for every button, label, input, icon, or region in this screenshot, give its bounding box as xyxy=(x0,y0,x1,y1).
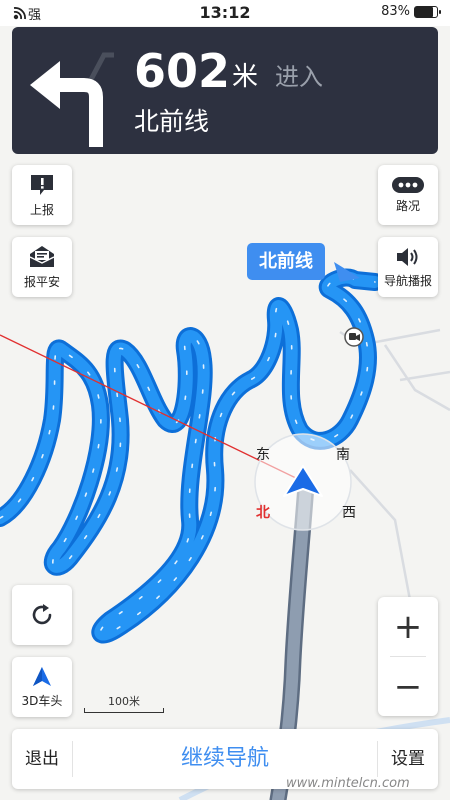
report-label: 上报 xyxy=(29,202,54,217)
report-button[interactable]: 上报 xyxy=(12,165,72,225)
battery-fill xyxy=(415,6,434,17)
battery-indicator: 83% xyxy=(381,4,441,19)
status-bar: 强 13:12 83% xyxy=(0,0,450,26)
guidance-distance: 602 xyxy=(134,44,231,98)
compass-west: 西 xyxy=(342,505,356,521)
battery-icon xyxy=(414,5,441,18)
view-mode-label: 3D车头 xyxy=(21,693,63,708)
zoom-out-button[interactable]: − xyxy=(378,657,438,716)
refresh-icon xyxy=(32,604,52,625)
compass-arrow-icon xyxy=(33,666,51,686)
voice-broadcast-button[interactable]: 导航播报 xyxy=(378,237,438,297)
safe-report-label: 报平安 xyxy=(23,274,60,289)
compass-north: 北 xyxy=(256,505,270,521)
map-scale: 100米 xyxy=(84,694,164,714)
scale-bar xyxy=(84,708,164,713)
compass-south: 南 xyxy=(336,447,350,463)
report-exclamation-icon xyxy=(31,174,53,195)
scale-label: 100米 xyxy=(108,695,140,708)
map-road-label: 北前线 xyxy=(247,243,325,280)
camera-icon xyxy=(344,327,364,347)
battery-text: 83% xyxy=(381,4,410,19)
zoom-in-button[interactable]: + xyxy=(378,597,438,656)
turn-left-arrow-icon xyxy=(30,52,114,147)
guidance-road-name: 北前线 xyxy=(134,107,210,136)
guidance-action: 进入 xyxy=(275,63,323,91)
traffic-label: 路况 xyxy=(395,198,420,213)
watermark: www.mintelcn.com xyxy=(286,776,410,791)
guidance-panel: 602 米 进入 北前线 xyxy=(12,27,438,154)
guidance-unit: 米 xyxy=(232,62,259,92)
speaker-icon xyxy=(397,247,418,266)
traffic-button[interactable]: 路况 xyxy=(378,165,438,225)
compass-east: 东 xyxy=(256,447,270,463)
dots-icon xyxy=(392,176,424,193)
envelope-icon xyxy=(29,245,55,267)
view-mode-button[interactable]: 3D车头 xyxy=(12,657,72,717)
refresh-button[interactable] xyxy=(12,585,72,645)
zoom-control: + − xyxy=(378,597,438,716)
exit-button[interactable]: 退出 xyxy=(12,729,72,789)
safe-report-button[interactable]: 报平安 xyxy=(12,237,72,297)
voice-broadcast-label: 导航播报 xyxy=(383,273,432,288)
